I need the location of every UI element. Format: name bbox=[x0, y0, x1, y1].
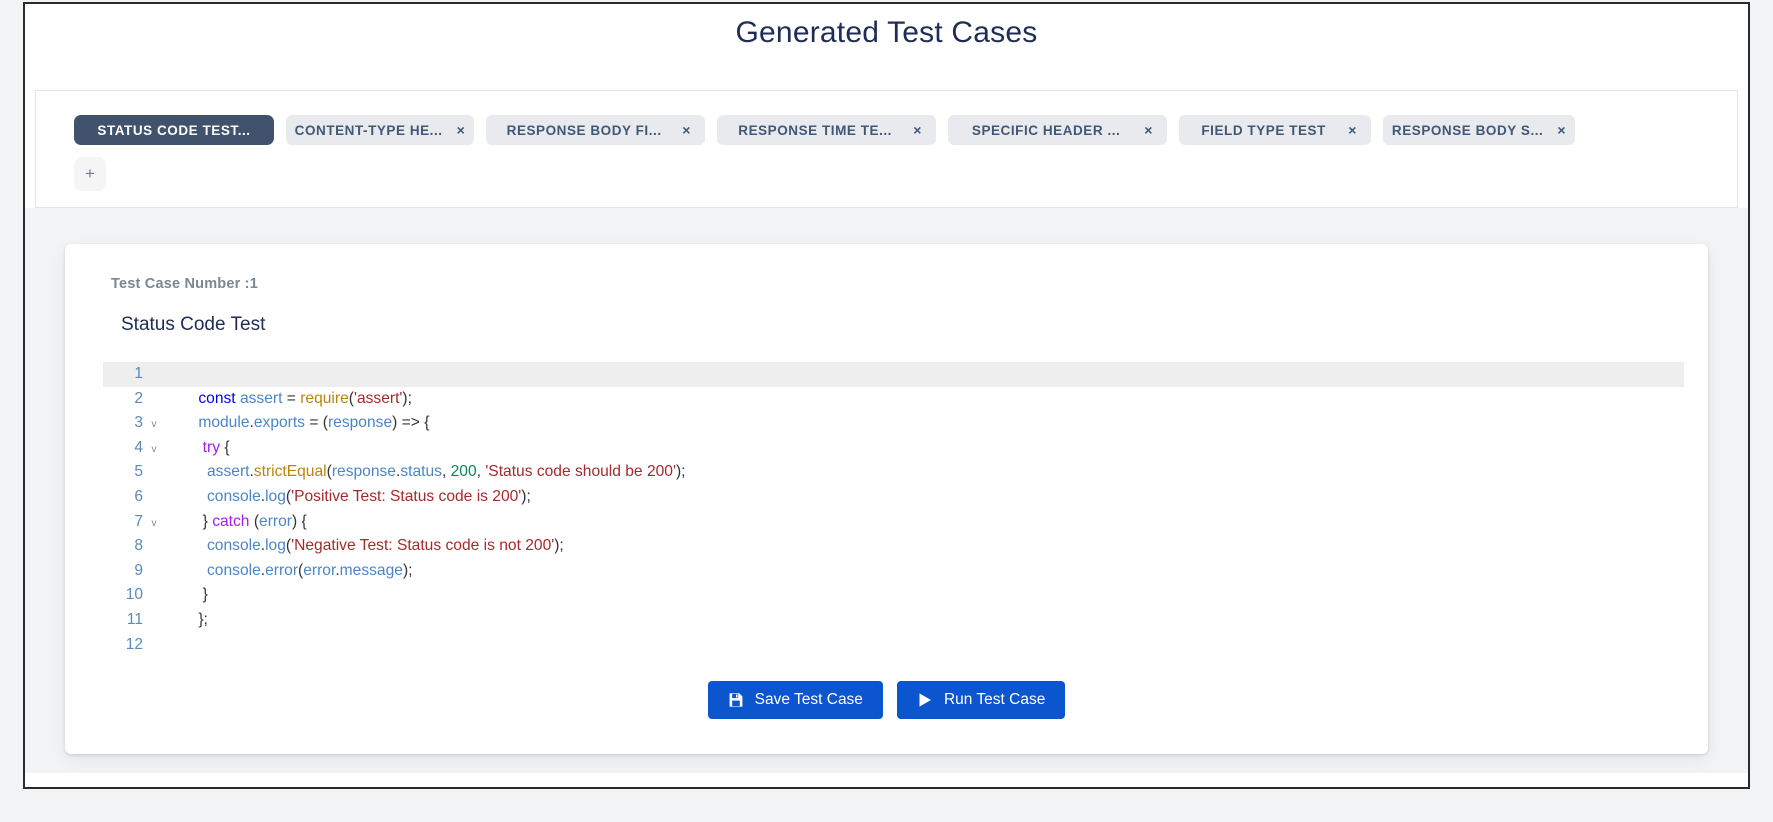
code-line: 12 bbox=[103, 633, 1684, 658]
save-test-case-button[interactable]: Save Test Case bbox=[707, 681, 883, 720]
tab-close-icon[interactable]: × bbox=[1557, 123, 1566, 137]
code-line: 10 } bbox=[103, 583, 1684, 608]
save-button-label: Save Test Case bbox=[754, 691, 863, 709]
tab-close-icon[interactable]: × bbox=[1144, 123, 1153, 137]
tabs-panel: STATUS CODE TEST... CONTENT-TYPE HE... × RE… bbox=[35, 90, 1738, 208]
line-number: 5 bbox=[134, 463, 143, 481]
line-number: 12 bbox=[125, 635, 143, 653]
code-text: console.log('Negative Test: Status code … bbox=[207, 537, 564, 555]
line-number: 3 bbox=[134, 414, 143, 432]
play-icon bbox=[917, 692, 933, 708]
code-line: 1 bbox=[103, 362, 1684, 387]
code-text: module.exports = (response) => { bbox=[198, 414, 430, 432]
line-number: 6 bbox=[134, 487, 143, 505]
code-line: 9 console.error(error.message); bbox=[103, 559, 1684, 584]
tab-label: RESPONSE TIME TE... bbox=[738, 122, 892, 138]
save-icon bbox=[728, 692, 744, 708]
tab-label: SPECIFIC HEADER ... bbox=[971, 122, 1121, 138]
tab-close-icon[interactable]: × bbox=[1348, 123, 1357, 137]
line-number: 8 bbox=[134, 537, 143, 555]
code-line: 3v module.exports = (response) => { bbox=[103, 411, 1684, 436]
run-button-label: Run Test Case bbox=[943, 691, 1046, 709]
code-line: 7v } catch (error) { bbox=[103, 510, 1684, 535]
test-case-title: Status Code Test bbox=[121, 314, 266, 335]
line-number: 11 bbox=[126, 610, 143, 628]
code-line: 8 console.log('Negative Test: Status cod… bbox=[103, 534, 1684, 559]
code-text: console.error(error.message); bbox=[207, 561, 413, 579]
code-text: assert.strictEqual(response.status, 200,… bbox=[207, 463, 686, 481]
code-text: } catch (error) { bbox=[181, 512, 307, 530]
add-tab-row: + bbox=[36, 157, 1737, 191]
tab-4[interactable]: SPECIFIC HEADER ... × bbox=[948, 115, 1167, 145]
tab-label: RESPONSE BODY FI... bbox=[506, 122, 662, 138]
tab-5[interactable]: FIELD TYPE TEST × bbox=[1179, 115, 1371, 145]
tab-label: STATUS CODE TEST... bbox=[97, 122, 251, 138]
tab-3[interactable]: RESPONSE TIME TE... × bbox=[717, 115, 936, 145]
tab-label: RESPONSE BODY S... bbox=[1391, 122, 1544, 138]
test-case-number: Test Case Number :1 bbox=[111, 276, 258, 292]
line-number: 7 bbox=[134, 512, 143, 530]
content-area: Test Case Number :1 Status Code Test 1 2 … bbox=[25, 208, 1748, 773]
tab-close-icon[interactable]: × bbox=[913, 123, 922, 137]
tab-1[interactable]: CONTENT-TYPE HE... × bbox=[286, 115, 474, 145]
code-line: 6 console.log('Positive Test: Status cod… bbox=[103, 485, 1684, 510]
test-case-card: Test Case Number :1 Status Code Test 1 2 … bbox=[65, 244, 1708, 754]
code-editor[interactable]: 12 const assert = require('assert'); 3 v m… bbox=[89, 362, 1684, 658]
tab-0[interactable]: STATUS CODE TEST... bbox=[74, 115, 274, 145]
page-title: Generated Test Cases bbox=[735, 16, 1038, 49]
action-buttons: Save Test Case Run Test Case bbox=[89, 681, 1684, 720]
code-line: 2 const assert = require('assert'); bbox=[103, 387, 1684, 412]
tab-strip: STATUS CODE TEST... CONTENT-TYPE HE... × RE… bbox=[36, 113, 1737, 147]
code-text: console.log('Positive Test: Status code … bbox=[207, 487, 531, 505]
line-number: 10 bbox=[125, 586, 143, 604]
code-line: 11 }; bbox=[103, 608, 1684, 633]
add-tab-button[interactable]: + bbox=[74, 157, 106, 191]
tab-2[interactable]: RESPONSE BODY FI... × bbox=[486, 115, 705, 145]
tab-close-icon[interactable]: × bbox=[682, 123, 691, 137]
tab-label: FIELD TYPE TEST bbox=[1201, 122, 1326, 138]
app-frame: Generated Test Cases STATUS CODE TEST...… bbox=[23, 2, 1750, 789]
code-line: 5 assert.strictEqual(response.status, 20… bbox=[103, 460, 1684, 485]
line-number: 9 bbox=[134, 561, 143, 579]
code-text: }; bbox=[181, 610, 208, 628]
line-number: 1 bbox=[134, 365, 143, 382]
fold-toggle-icon[interactable]: v bbox=[143, 510, 165, 538]
run-test-case-button[interactable]: Run Test Case bbox=[896, 681, 1066, 720]
code-text: const assert = require('assert'); bbox=[198, 389, 412, 407]
tab-label: CONTENT-TYPE HE... bbox=[294, 122, 443, 138]
page-header: Generated Test Cases bbox=[25, 4, 1748, 90]
tab-close-icon[interactable]: × bbox=[457, 123, 466, 137]
tab-6[interactable]: RESPONSE BODY S... × bbox=[1383, 115, 1575, 145]
line-number: 4 bbox=[134, 438, 143, 456]
code-text: } bbox=[181, 586, 208, 604]
app-root: Generated Test Cases STATUS CODE TEST...… bbox=[0, 0, 1773, 822]
code-text: try { bbox=[202, 438, 230, 456]
code-line: 4v try { bbox=[103, 436, 1684, 461]
line-number: 2 bbox=[134, 389, 143, 407]
fold-toggle-icon[interactable]: v bbox=[143, 436, 165, 464]
